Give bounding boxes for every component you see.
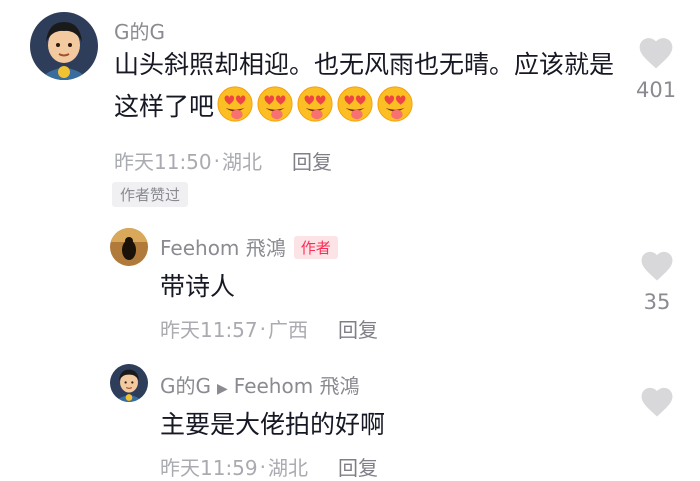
heart-eyes-tongue-emoji [257,86,293,122]
author-liked-badge: 作者赞过 [112,182,189,207]
avatar[interactable] [30,12,98,80]
avatar[interactable] [110,364,148,402]
reply-target-name[interactable]: Feehom 飛鴻 [234,374,360,398]
heart-icon [641,251,673,281]
comment-location: 湖北 [222,150,262,174]
comment-text: 山头斜照却相迎。也无风雨也无晴。应该就是这样了吧 [114,46,614,127]
heart-icon [641,387,673,417]
reply-username[interactable]: Feehom 飛鴻 作者 [160,232,338,261]
reply-username: G的G ▶ Feehom 飛鴻 [160,370,360,399]
heart-eyes-tongue-emoji [337,86,373,122]
reply-author-name[interactable]: Feehom 飛鴻 [160,236,286,260]
reply-meta: 昨天11:57 · 广西 回复 [160,314,378,343]
separator: · [213,148,220,173]
heart-eyes-tongue-emoji [217,86,253,122]
reply-location: 湖北 [268,456,308,480]
heart-eyes-tongue-emoji [297,86,333,122]
separator: · [259,316,266,341]
reply-time: 昨天11:57 [160,318,258,342]
like-count: 35 [643,290,671,314]
reply-button[interactable]: 回复 [338,452,378,481]
author-tag: 作者 [293,236,338,259]
reply-time: 昨天11:59 [160,456,258,480]
like-count: 401 [636,78,677,102]
reply-meta: 昨天11:59 · 湖北 回复 [160,452,378,481]
emoji-group [216,85,416,123]
comment-time: 昨天11:50 [114,150,212,174]
reply-location: 广西 [268,318,308,342]
comment-meta: 昨天11:50 · 湖北 回复 [114,146,332,175]
heart-eyes-tongue-emoji [377,86,413,122]
reply-author-name[interactable]: G的G [160,374,211,398]
reply-button[interactable]: 回复 [338,314,378,343]
reply-arrow-icon: ▶ [217,381,228,397]
reply-button[interactable]: 回复 [292,146,332,175]
like-button[interactable]: 35 [638,248,676,314]
like-button[interactable] [638,384,676,418]
like-button[interactable]: 401 [636,34,676,102]
heart-icon [639,38,673,69]
reply-text: 带诗人 [160,272,236,301]
avatar[interactable] [110,228,148,266]
reply-text: 主要是大佬拍的好啊 [160,410,386,439]
comment-username[interactable]: G的G [114,16,165,45]
